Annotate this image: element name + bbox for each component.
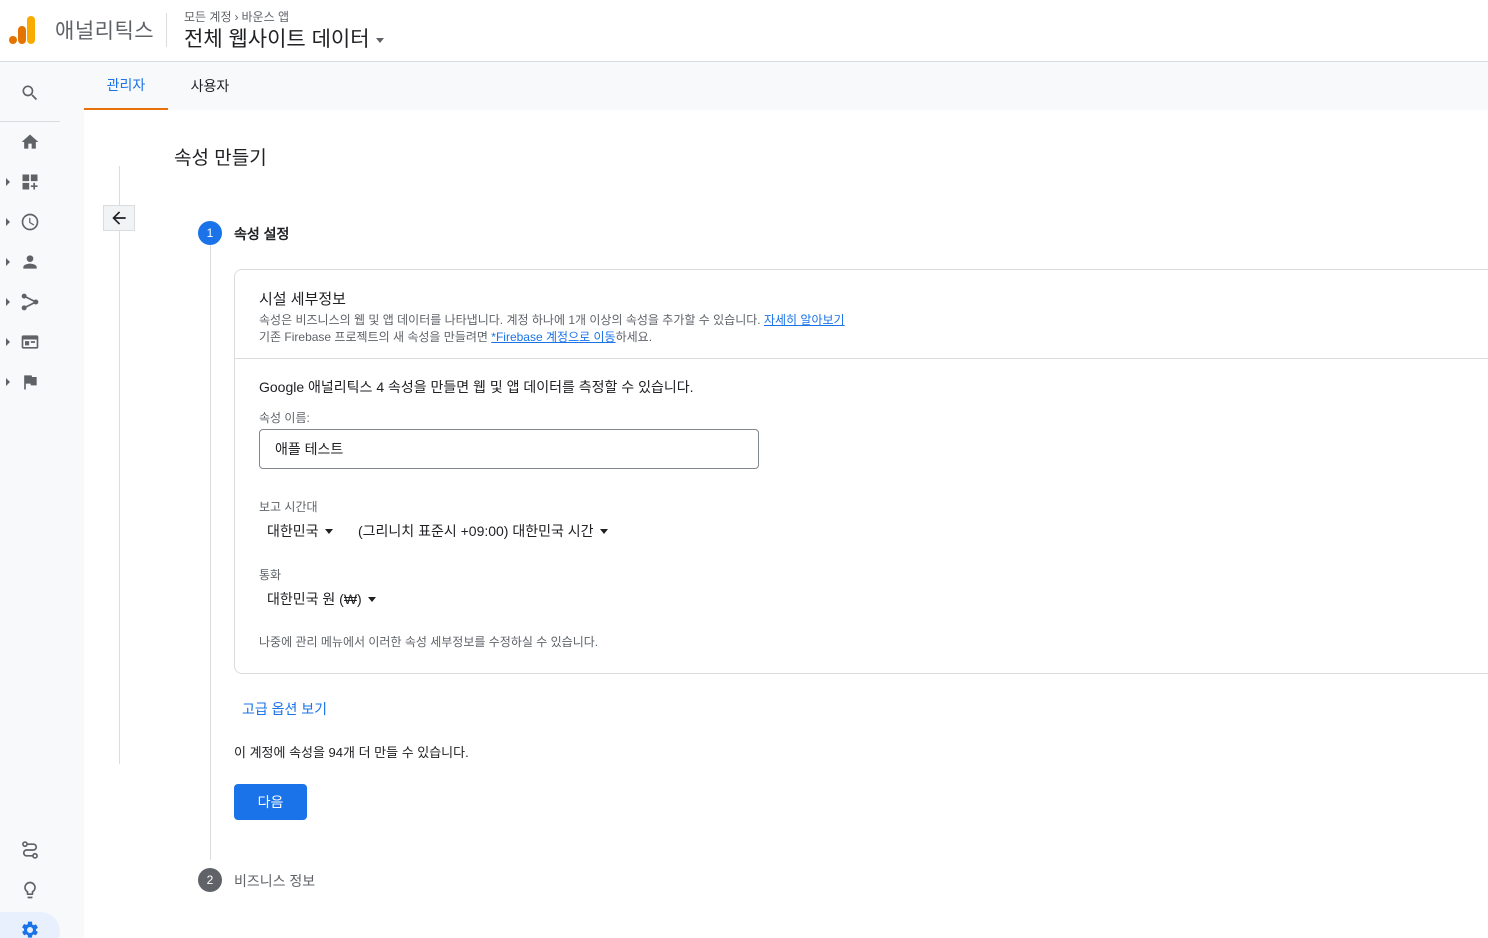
step-1-label: 속성 설정	[234, 226, 290, 242]
top-header: 애널리틱스 모든 계정 › 바운스 앱 전체 웹사이트 데이터	[0, 0, 1488, 62]
step-2-number: 2	[198, 868, 222, 892]
step-1-number: 1	[198, 221, 222, 245]
property-name-input[interactable]	[259, 429, 759, 469]
description-prefix: 기존 Firebase 프로젝트의 새 속성을 만들려면	[259, 330, 492, 344]
product-name[interactable]: 애널리틱스	[55, 15, 154, 45]
card-description-1: 속성은 비즈니스의 웹 및 앱 데이터를 나타냅니다. 계정 하나에 1개 이상…	[259, 311, 845, 328]
advanced-options-link[interactable]: 고급 옵션 보기	[242, 699, 327, 719]
currency-select[interactable]: 대한민국 원 (₩)	[267, 587, 376, 611]
nav-attribution[interactable]	[0, 830, 60, 870]
nav-customization[interactable]	[0, 162, 60, 202]
card-heading: 시설 세부정보	[259, 291, 346, 308]
view-title: 전체 웹사이트 데이터	[184, 28, 370, 51]
card-description-2: 기존 Firebase 프로젝트의 새 속성을 만들려면 *Firebase 계…	[259, 328, 652, 345]
left-nav-rail	[0, 62, 84, 938]
timezone-select[interactable]: (그리니치 표준시 +09:00) 대한민국 시간	[358, 519, 608, 543]
conversions-icon	[24, 375, 37, 390]
firebase-account-link[interactable]: *Firebase 계정으로 이동	[491, 330, 615, 344]
view-selector[interactable]: 전체 웹사이트 데이터	[184, 23, 384, 53]
search-icon	[22, 85, 38, 101]
admin-tab-bar: 관리자 사용자	[84, 62, 1488, 110]
dropdown-caret-icon	[375, 37, 384, 43]
ga4-intro-text: Google 애널리틱스 4 속성을 만들면 웹 및 앱 데이터를 측정할 수 …	[259, 379, 694, 395]
dropdown-caret-icon	[324, 528, 333, 534]
timezone-value: (그리니치 표준시 +09:00) 대한민국 시간	[358, 523, 594, 539]
attribution-icon	[22, 841, 38, 859]
nav-conversions[interactable]	[0, 362, 60, 402]
nav-audience[interactable]	[0, 242, 60, 282]
header-divider	[166, 13, 167, 47]
card-divider	[235, 358, 1488, 359]
dropdown-caret-icon	[599, 528, 608, 534]
realtime-icon	[21, 213, 39, 231]
nav-acquisition[interactable]	[0, 282, 60, 322]
edit-later-note: 나중에 관리 메뉴에서 이러한 속성 세부정보를 수정하실 수 있습니다.	[259, 635, 599, 649]
audience-icon	[23, 255, 37, 269]
step-2-label[interactable]: 비즈니스 정보	[234, 871, 315, 891]
home-icon	[21, 134, 39, 149]
currency-value: 대한민국 원 (₩)	[267, 591, 362, 607]
stepper-line	[210, 244, 211, 860]
search-button[interactable]	[0, 73, 60, 113]
nav-realtime[interactable]	[0, 202, 60, 242]
property-name-label: 속성 이름:	[259, 411, 310, 425]
gear-icon	[22, 921, 38, 938]
currency-label: 통화	[259, 568, 282, 582]
dropdown-caret-icon	[367, 596, 376, 602]
nav-home[interactable]	[0, 122, 60, 162]
acquisition-icon	[21, 293, 39, 311]
chevron-right-icon: ›	[234, 9, 239, 24]
panel-divider	[119, 166, 120, 764]
behavior-icon	[21, 335, 39, 349]
property-details-card: 시설 세부정보 속성은 비즈니스의 웹 및 앱 데이터를 나타냅니다. 계정 하…	[234, 269, 1488, 674]
page-title: 속성 만들기	[174, 148, 267, 169]
back-button[interactable]	[103, 205, 135, 231]
country-select[interactable]: 대한민국	[267, 519, 333, 543]
tab-admin[interactable]: 관리자	[84, 62, 168, 110]
learn-more-link[interactable]: 자세히 알아보기	[764, 313, 845, 327]
nav-behavior[interactable]	[0, 322, 60, 362]
nav-admin[interactable]	[0, 910, 60, 938]
property-quota-text: 이 계정에 속성을 94개 더 만들 수 있습니다.	[234, 745, 469, 760]
timezone-label: 보고 시간대	[259, 500, 318, 514]
next-button[interactable]: 다음	[234, 784, 307, 820]
country-value: 대한민국	[267, 523, 319, 539]
description-suffix: 하세요.	[615, 330, 653, 344]
arrow-back-icon	[112, 211, 126, 225]
analytics-logo-icon[interactable]	[9, 14, 37, 46]
description-text: 속성은 비즈니스의 웹 및 앱 데이터를 나타냅니다. 계정 하나에 1개 이상…	[259, 313, 764, 327]
tab-users[interactable]: 사용자	[184, 62, 236, 110]
lightbulb-icon	[24, 881, 36, 899]
customization-icon	[22, 174, 38, 190]
nav-discover[interactable]	[0, 870, 60, 910]
